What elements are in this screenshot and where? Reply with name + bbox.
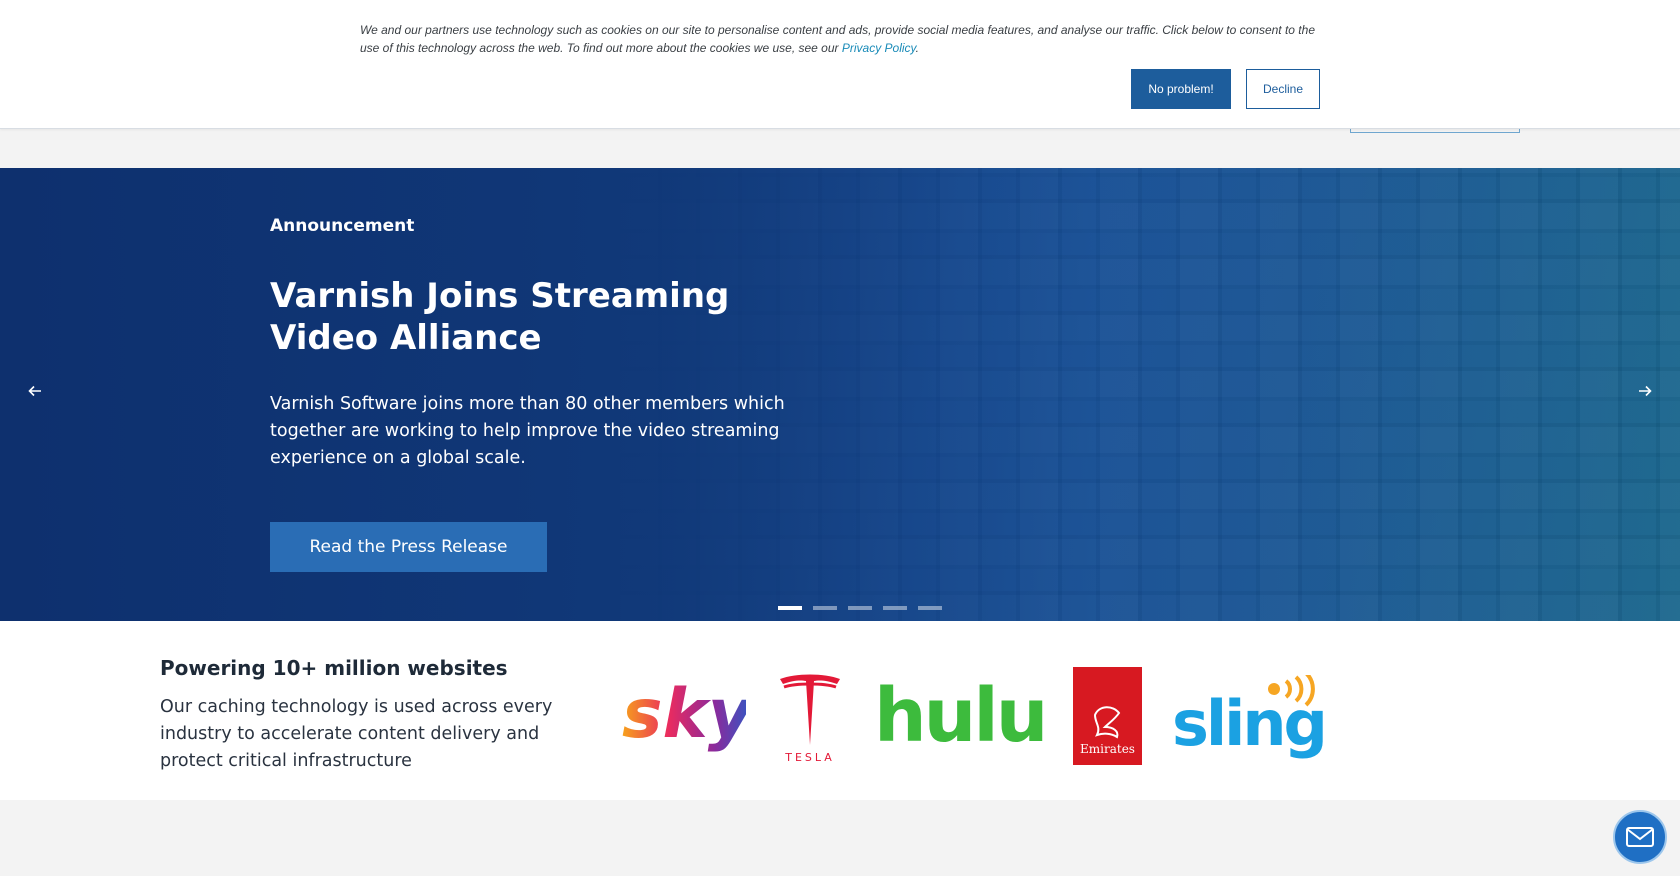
cookie-banner: We and our partners use technology such … bbox=[0, 0, 1680, 129]
tesla-logo: TESLA bbox=[776, 673, 844, 764]
envelope-icon bbox=[1626, 827, 1654, 847]
carousel-dots bbox=[778, 606, 942, 610]
hero-title: Varnish Joins Streaming Video Alliance bbox=[270, 276, 730, 358]
customer-logos-section: Powering 10+ million websites Our cachin… bbox=[0, 621, 1680, 800]
hulu-logo-text: hulu bbox=[874, 681, 1044, 751]
chat-button[interactable] bbox=[1613, 810, 1667, 864]
hulu-logo: hulu bbox=[874, 673, 1048, 759]
cookie-message: We and our partners use technology such … bbox=[360, 23, 1315, 55]
emirates-logo-text: Emirates bbox=[1080, 742, 1135, 756]
carousel-dot-1[interactable] bbox=[778, 606, 802, 610]
sling-logo-text: sling bbox=[1172, 687, 1325, 759]
privacy-policy-link[interactable]: Privacy Policy bbox=[842, 41, 916, 55]
sky-logo-text: sky bbox=[622, 677, 746, 754]
page: We and our partners use technology such … bbox=[0, 0, 1680, 876]
read-press-release-button[interactable]: Read the Press Release bbox=[270, 522, 547, 572]
trust-title: Powering 10+ million websites bbox=[160, 656, 508, 680]
cookie-text: We and our partners use technology such … bbox=[360, 21, 1320, 57]
arrow-right-icon[interactable] bbox=[1630, 376, 1660, 406]
carousel-dot-4[interactable] bbox=[883, 606, 907, 610]
decline-cookies-button[interactable]: Decline bbox=[1246, 69, 1320, 109]
cookie-text-suffix: . bbox=[915, 41, 919, 55]
carousel-dot-3[interactable] bbox=[848, 606, 872, 610]
hero-kicker: Announcement bbox=[270, 216, 415, 236]
sky-logo: sky bbox=[622, 675, 755, 757]
hero-description: Varnish Software joins more than 80 othe… bbox=[270, 394, 785, 468]
arrow-left-icon[interactable] bbox=[20, 376, 50, 406]
hero-carousel: Announcement Varnish Joins Streaming Vid… bbox=[0, 168, 1680, 621]
carousel-dot-2[interactable] bbox=[813, 606, 837, 610]
carousel-dot-5[interactable] bbox=[918, 606, 942, 610]
sling-logo: sling bbox=[1172, 671, 1328, 760]
tesla-logo-text: TESLA bbox=[784, 751, 835, 763]
lower-section bbox=[0, 800, 1680, 876]
trust-description: Our caching technology is used across ev… bbox=[160, 697, 553, 771]
accept-cookies-button[interactable]: No problem! bbox=[1131, 69, 1231, 109]
hero-overlay bbox=[0, 168, 1680, 621]
emirates-logo: Emirates bbox=[1073, 667, 1142, 765]
